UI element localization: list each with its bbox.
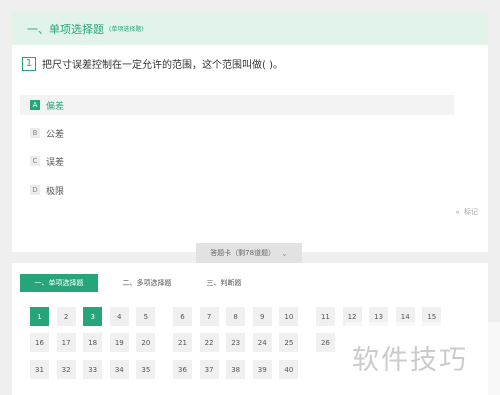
question-number-cell[interactable]: 8 xyxy=(226,307,246,326)
section-header: 一、单项选择题 (单项选择题) xyxy=(12,12,488,45)
question-number-cell[interactable]: 6 xyxy=(172,307,192,326)
grid-gap xyxy=(306,307,316,326)
section-title: 一、单项选择题 xyxy=(27,22,104,36)
question-number-cell[interactable]: 26 xyxy=(315,333,335,352)
option-letter: A xyxy=(30,100,40,110)
question-number-cell[interactable]: 22 xyxy=(199,333,219,352)
option-text: 极限 xyxy=(46,186,65,197)
tab-single-choice[interactable]: 一、单项选择题 xyxy=(20,274,98,292)
option-d[interactable]: D 极限 xyxy=(20,180,454,200)
question-number-cell[interactable]: 20 xyxy=(136,333,156,352)
option-letter: D xyxy=(30,185,40,195)
question-number-cell[interactable]: 32 xyxy=(56,360,76,379)
question-number-cell[interactable]: 40 xyxy=(279,360,299,379)
question-number-cell[interactable]: 33 xyxy=(83,360,103,379)
question-number-cell[interactable]: 4 xyxy=(109,307,129,326)
question-number-cell[interactable]: 39 xyxy=(252,360,272,379)
option-a[interactable]: A 偏差 xyxy=(20,95,454,115)
question-number-cell[interactable]: 7 xyxy=(199,307,219,326)
mark-button[interactable]: ⚬ 标记 xyxy=(454,207,478,217)
answer-card-toggle[interactable]: 答题卡（剩78道题） ⌄ xyxy=(196,243,302,263)
option-text: 公差 xyxy=(46,129,65,140)
option-c[interactable]: C 误差 xyxy=(20,151,454,171)
question-number: 1 xyxy=(22,56,36,71)
option-text: 误差 xyxy=(46,157,65,168)
question-number-cell[interactable]: 25 xyxy=(279,333,299,352)
question-number-cell[interactable]: 11 xyxy=(315,307,335,326)
question-number-cell[interactable]: 23 xyxy=(226,333,246,352)
question-number-cell[interactable]: 24 xyxy=(252,333,272,352)
question-number-cell[interactable]: 10 xyxy=(279,307,299,326)
option-text: 偏差 xyxy=(46,101,65,112)
question-number-cell[interactable]: 17 xyxy=(56,333,76,352)
question-number-cell[interactable]: 16 xyxy=(30,333,49,352)
question-number-cell[interactable]: 37 xyxy=(199,360,219,379)
option-letter: C xyxy=(30,156,40,166)
watermark: 软件技巧 xyxy=(352,345,468,376)
question-number-cell[interactable]: 36 xyxy=(172,360,192,379)
question-number-cell[interactable]: 34 xyxy=(109,360,129,379)
grid-gap xyxy=(163,360,173,379)
question-number-cell[interactable]: 5 xyxy=(136,307,156,326)
answer-card-label: 答题卡（剩78道题） xyxy=(210,249,276,257)
question: 1 把尺寸误差控制在一定允许的范围，这个范围叫做( )。 xyxy=(22,56,283,71)
grid-gap xyxy=(163,333,173,352)
question-number-cell[interactable]: 21 xyxy=(172,333,192,352)
answer-card-tabs: 一、单项选择题 二、多项选择题 三、判断题 xyxy=(20,274,254,292)
question-number-cell[interactable]: 31 xyxy=(30,360,49,379)
question-number-cell[interactable]: 19 xyxy=(109,333,129,352)
tab-true-false[interactable]: 三、判断题 xyxy=(194,274,254,292)
chevron-down-icon: ⌄ xyxy=(281,248,288,258)
question-text: 把尺寸误差控制在一定允许的范围，这个范围叫做( )。 xyxy=(42,60,283,71)
question-number-cell[interactable]: 3 xyxy=(83,307,103,326)
question-number-cell[interactable]: 2 xyxy=(56,307,76,326)
tag-icon: ⚬ xyxy=(454,207,461,217)
question-number-cell[interactable]: 9 xyxy=(252,307,272,326)
option-letter: B xyxy=(30,128,40,138)
question-number-cell[interactable]: 18 xyxy=(83,333,103,352)
question-number-cell[interactable]: 38 xyxy=(226,360,246,379)
question-grid-row: 31 32 33 34 35 36 37 38 39 40 xyxy=(30,360,306,379)
question-number-cell[interactable]: 1 xyxy=(30,307,49,326)
grid-gap xyxy=(163,307,173,326)
option-b[interactable]: B 公差 xyxy=(20,123,454,143)
section-subtitle: (单项选择题) xyxy=(109,26,144,33)
grid-gap xyxy=(306,333,316,352)
tab-multiple-choice[interactable]: 二、多项选择题 xyxy=(102,274,192,292)
mark-label: 标记 xyxy=(464,208,478,216)
question-number-cell[interactable]: 35 xyxy=(136,360,156,379)
question-grid-row: 16 17 18 19 20 21 22 23 24 25 26 xyxy=(30,333,343,352)
